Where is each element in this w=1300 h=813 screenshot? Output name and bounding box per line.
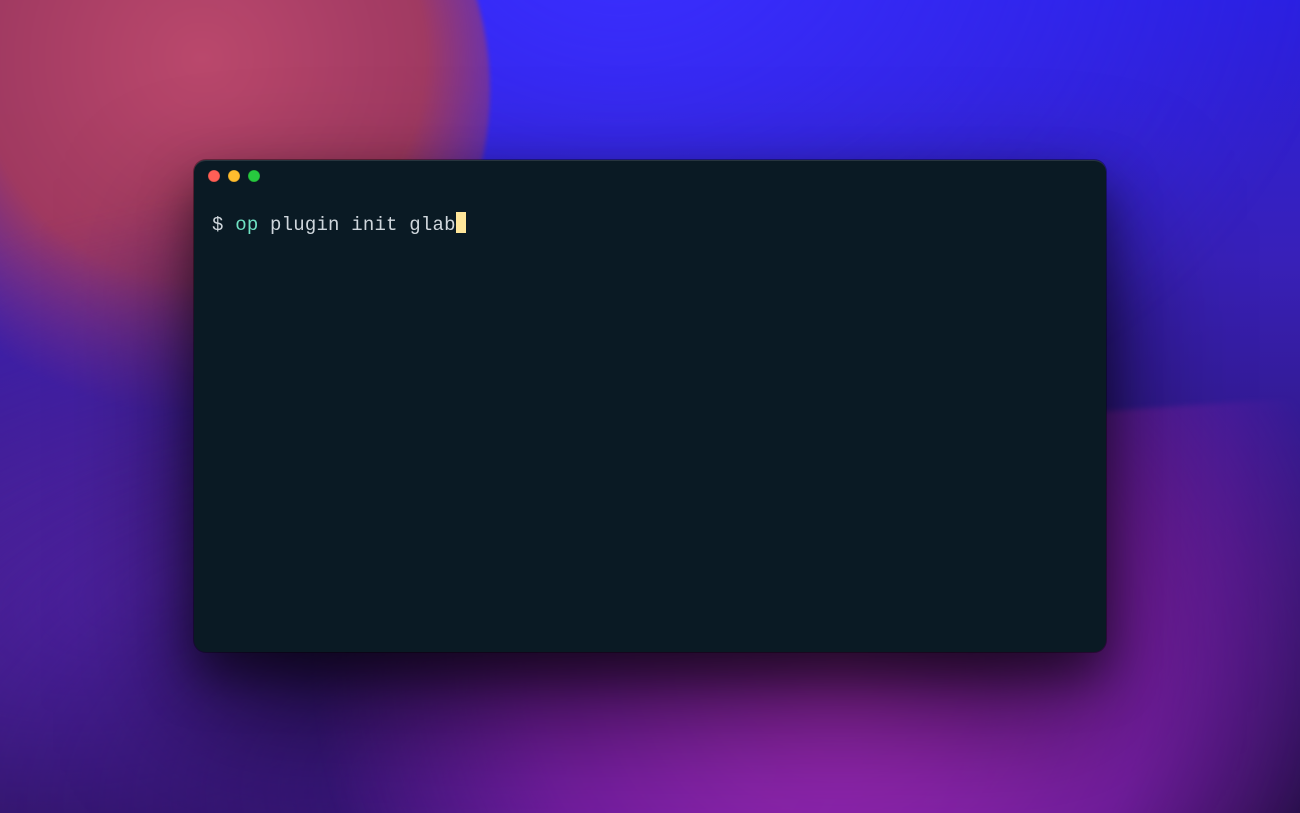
prompt-symbol: $ (212, 214, 235, 236)
command-args: plugin init glab (258, 214, 455, 236)
terminal-window[interactable]: $ op plugin init glab (194, 160, 1106, 652)
close-icon[interactable] (208, 170, 220, 182)
minimize-icon[interactable] (228, 170, 240, 182)
command-name: op (235, 214, 258, 236)
cursor-icon (456, 212, 466, 233)
window-titlebar[interactable] (194, 161, 1106, 191)
zoom-icon[interactable] (248, 170, 260, 182)
terminal-body[interactable]: $ op plugin init glab (194, 191, 1106, 258)
